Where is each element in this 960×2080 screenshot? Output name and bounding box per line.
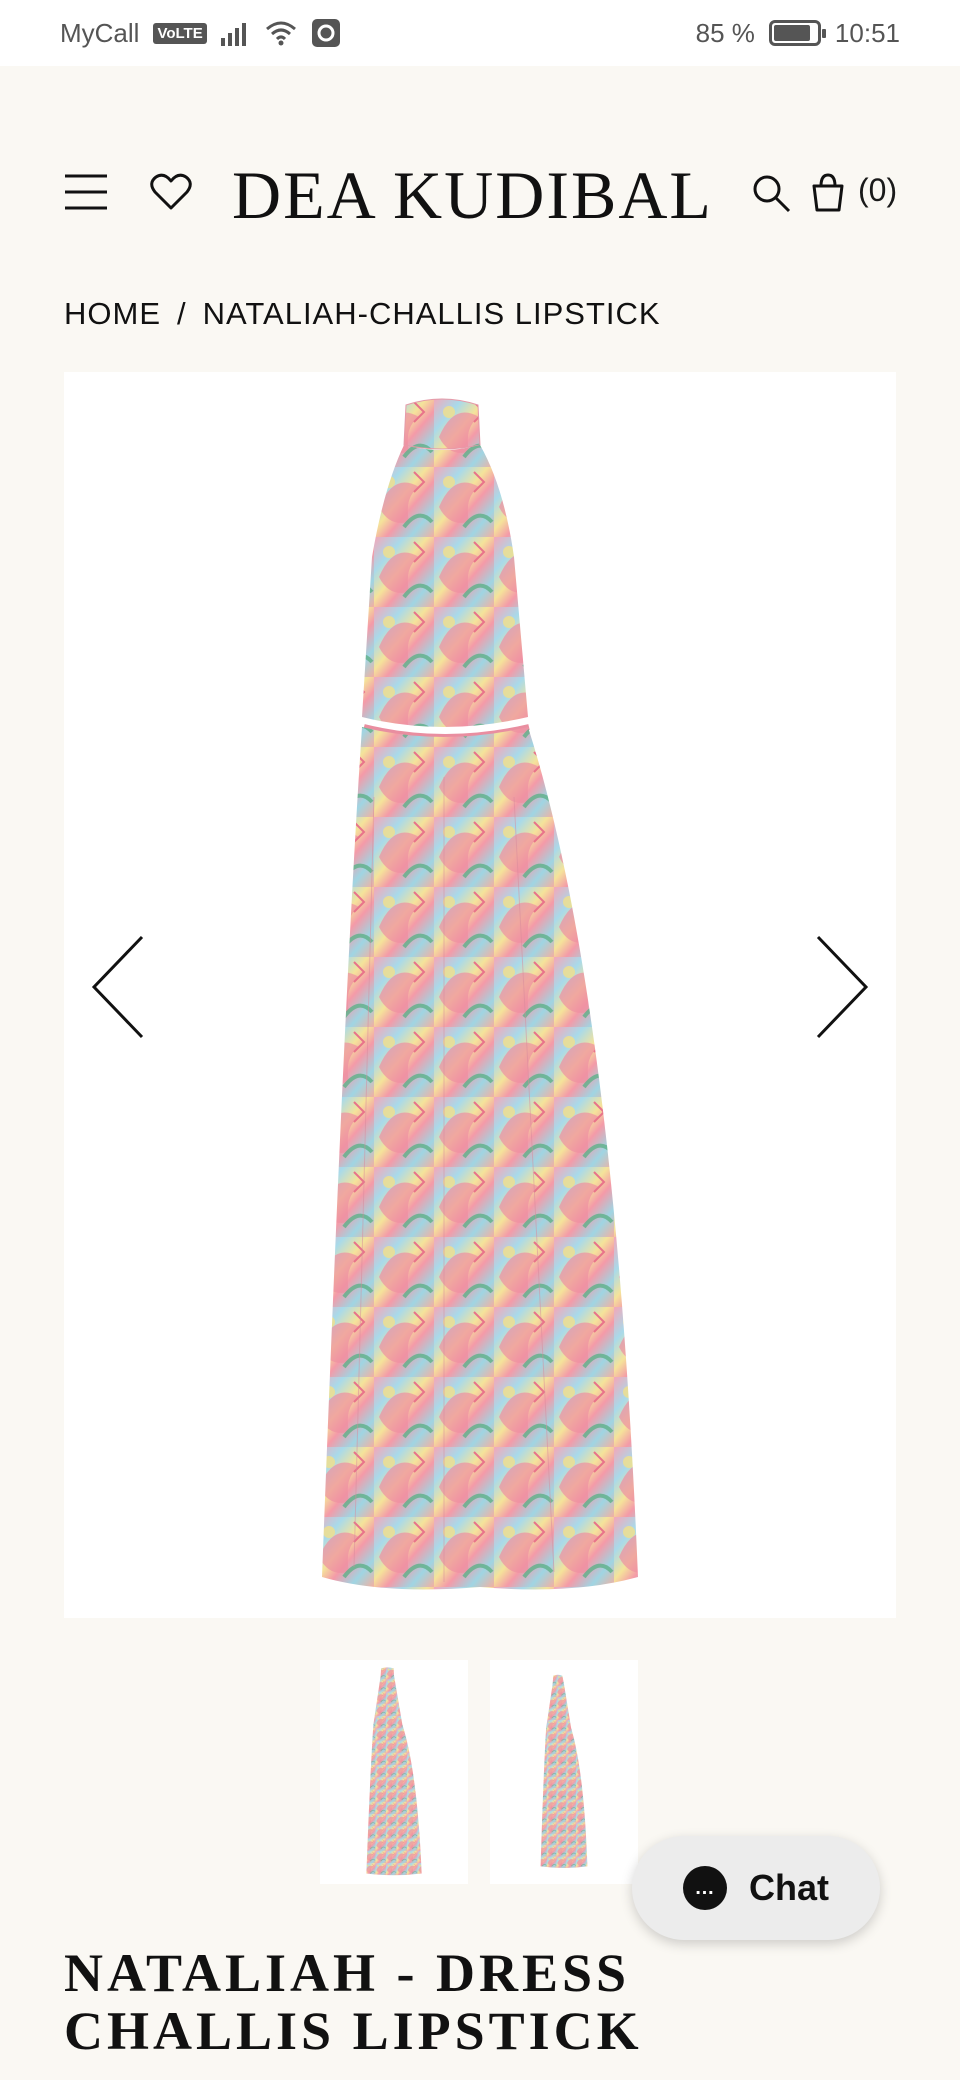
gallery-next-button[interactable] bbox=[806, 927, 876, 1047]
wishlist-button[interactable] bbox=[148, 170, 194, 214]
breadcrumb-home[interactable]: HOME bbox=[64, 296, 161, 332]
battery-icon bbox=[768, 20, 826, 46]
site-header: DEA KUDIBAL (0) bbox=[0, 130, 960, 260]
brand-logo[interactable]: DEA KUDIBAL bbox=[232, 156, 713, 235]
product-gallery[interactable] bbox=[64, 372, 896, 1618]
thumbnail-front[interactable] bbox=[320, 1660, 468, 1884]
status-right: 85 % 10:51 bbox=[696, 18, 900, 49]
clock: 10:51 bbox=[834, 17, 900, 48]
chevron-left-icon bbox=[91, 935, 144, 1039]
chevron-right-icon bbox=[816, 935, 869, 1039]
wifi-icon bbox=[265, 21, 296, 46]
product-image-dress bbox=[322, 398, 638, 1590]
app-notification-icon bbox=[311, 19, 340, 47]
breadcrumb-separator: / bbox=[177, 296, 187, 331]
product-title: NATALIAH - DRESS CHALLIS LIPSTICK bbox=[64, 1944, 864, 2060]
chat-label: Chat bbox=[749, 1867, 829, 1908]
chat-bubble-icon: … bbox=[683, 1866, 727, 1910]
thumbnail-dress-image bbox=[366, 1667, 422, 1876]
signal-icon bbox=[220, 23, 246, 46]
gallery-thumbnails bbox=[320, 1660, 638, 1884]
status-bar: MyCall VoLTE 85 % 10:51 bbox=[0, 0, 960, 66]
status-left: MyCall VoLTE bbox=[60, 18, 341, 49]
bag-icon bbox=[812, 173, 844, 212]
search-button[interactable] bbox=[750, 172, 792, 214]
carrier-name: MyCall bbox=[60, 17, 140, 48]
breadcrumb-current: NATALIAH-CHALLIS LIPSTICK bbox=[202, 296, 661, 331]
battery-percent: 85 % bbox=[695, 17, 755, 48]
battery-fill bbox=[773, 25, 810, 41]
menu-button[interactable] bbox=[64, 170, 108, 214]
cart-count[interactable]: (0) bbox=[858, 172, 897, 209]
product-title-line1: NATALIAH - DRESS bbox=[64, 1943, 631, 2003]
product-title-line2: CHALLIS LIPSTICK bbox=[64, 2001, 643, 2061]
heart-icon bbox=[150, 173, 192, 210]
chat-button[interactable]: … Chat bbox=[632, 1836, 880, 1940]
thumbnail-back[interactable] bbox=[490, 1660, 638, 1884]
breadcrumb: HOME / NATALIAH-CHALLIS LIPSTICK bbox=[64, 296, 661, 332]
thumbnail-dress-image bbox=[540, 1674, 588, 1868]
volte-badge: VoLTE bbox=[153, 22, 207, 44]
menu-icon bbox=[65, 174, 107, 210]
gallery-prev-button[interactable] bbox=[84, 927, 154, 1047]
cart-button[interactable] bbox=[808, 170, 848, 214]
search-icon bbox=[753, 175, 791, 213]
